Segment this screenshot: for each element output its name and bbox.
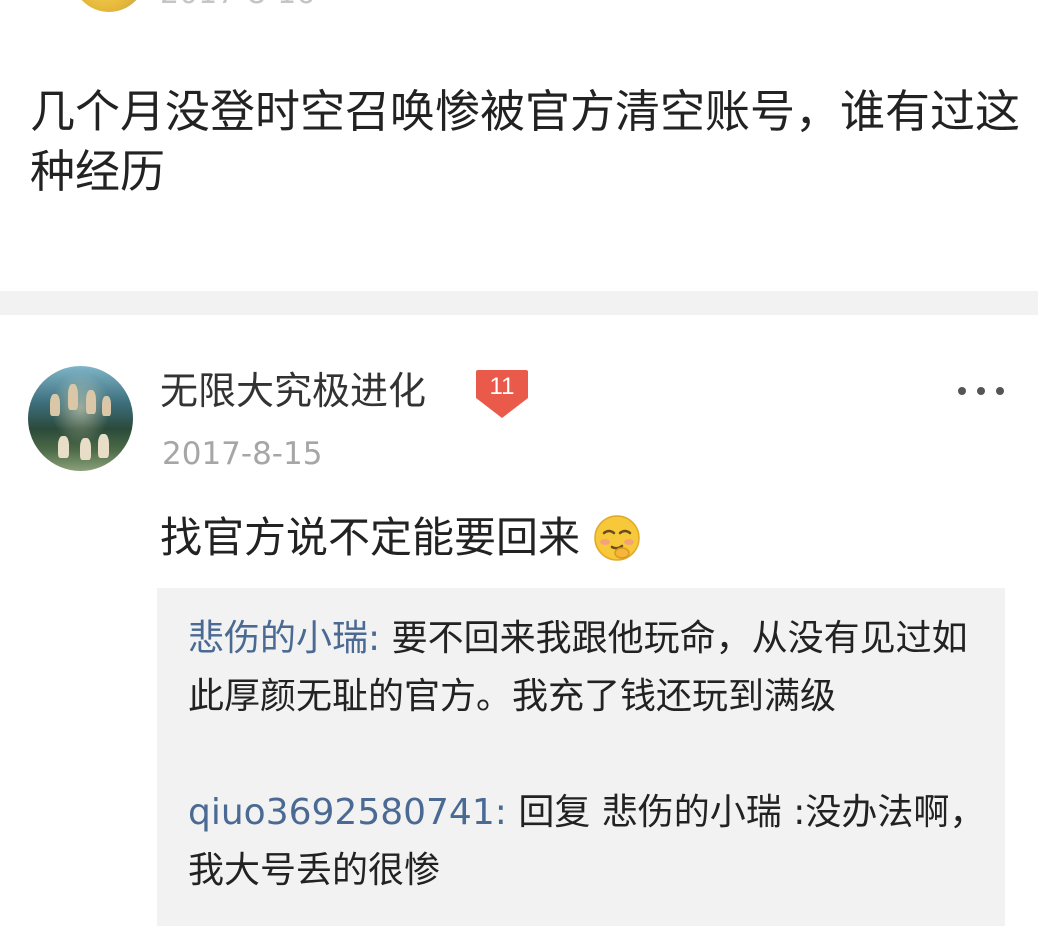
section-divider	[0, 291, 1038, 315]
original-post-text: 几个月没登时空召唤惨被官方清空账号，谁有过这种经历	[30, 85, 1021, 198]
sub-reply-item[interactable]: qiuo3692580741: 回复 悲伤的小瑞 :没办法啊，我大号丢的很惨	[188, 784, 988, 900]
more-options-button[interactable]	[958, 376, 1004, 406]
original-poster-avatar[interactable]	[72, 0, 146, 12]
more-dots-icon	[958, 387, 966, 395]
level-badge-icon: 11	[476, 370, 528, 418]
sub-replies-box[interactable]: 悲伤的小瑞: 要不回来我跟他玩命，从没有见过如此厚颜无耻的官方。我充了钱还玩到满…	[157, 588, 1005, 926]
shy-smirk-emoji-icon	[594, 515, 640, 561]
reply-username[interactable]: 无限大究极进化	[160, 366, 426, 416]
sub-reply-author[interactable]: 悲伤的小瑞:	[188, 618, 380, 659]
reply-text-row: 找官方说不定能要回来	[160, 510, 642, 566]
reply-date: 2017-8-15	[162, 436, 323, 472]
sub-reply-author[interactable]: qiuo3692580741:	[188, 792, 507, 833]
sub-reply-item[interactable]: 悲伤的小瑞: 要不回来我跟他玩命，从没有见过如此厚颜无耻的官方。我充了钱还玩到满…	[188, 610, 988, 726]
reply-text: 找官方说不定能要回来	[160, 513, 581, 562]
level-badge-number: 11	[490, 373, 515, 400]
original-post-date: 2017-8-16	[160, 0, 315, 11]
reply-user-avatar[interactable]	[28, 366, 133, 471]
